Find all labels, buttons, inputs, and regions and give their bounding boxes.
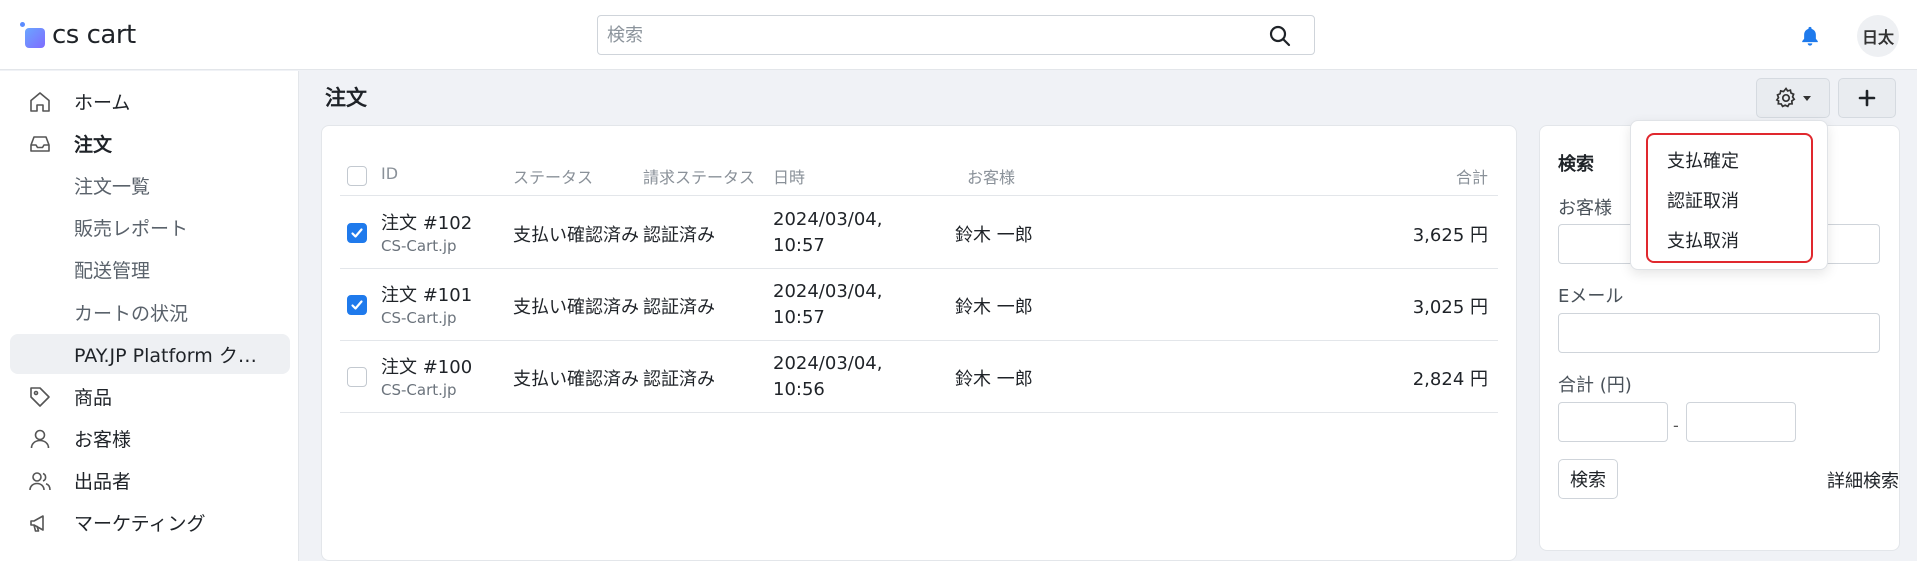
sidebar-item-label: 商品 — [74, 386, 113, 409]
check-icon — [351, 300, 363, 310]
plus-icon — [1858, 89, 1876, 107]
order-time: 10:57 — [773, 235, 825, 256]
range-separator: - — [1673, 416, 1679, 435]
email-filter-label: Eメール — [1558, 286, 1624, 307]
order-total: 2,824 円 — [1412, 369, 1488, 390]
orders-table-card: ID ステータス 請求ステータス 日時 お客様 合計 注文 #102 CS-Ca… — [321, 125, 1517, 561]
sidebar-item-payjp[interactable]: PAY.JP Platform クレ... — [10, 334, 290, 374]
global-search-input[interactable] — [598, 16, 1238, 54]
row-checkbox[interactable] — [347, 295, 367, 315]
add-order-button[interactable] — [1838, 78, 1896, 118]
sidebar-item-vendors[interactable]: 出品者 — [10, 460, 290, 500]
total-filter-label: 合計 (円) — [1558, 375, 1632, 396]
email-filter-input[interactable] — [1558, 313, 1880, 353]
caret-down-icon — [1803, 96, 1811, 101]
check-icon — [351, 228, 363, 238]
sidebar: ホーム 注文 注文一覧 販売レポート 配送管理 カートの状況 PAY.JP Pl… — [0, 71, 299, 561]
advanced-search-link[interactable]: 詳細検索 — [1827, 467, 1899, 493]
table-row[interactable]: 注文 #100 CS-Cart.jp 支払い確認済み 認証済み 2024/03/… — [340, 341, 1498, 413]
table-row[interactable]: 注文 #101 CS-Cart.jp 支払い確認済み 認証済み 2024/03/… — [340, 269, 1498, 341]
menu-item-cancel-payment[interactable]: 支払取消 — [1667, 227, 1739, 253]
sidebar-item-label: ホーム — [74, 91, 131, 114]
global-search — [597, 15, 1315, 55]
column-header-billing-status[interactable]: 請求ステータス — [643, 164, 755, 188]
column-header-customer[interactable]: お客様 — [967, 164, 1015, 188]
bell-icon[interactable] — [1799, 24, 1821, 48]
order-store: CS-Cart.jp — [381, 381, 457, 399]
sidebar-item-products[interactable]: 商品 — [10, 376, 290, 416]
order-status[interactable]: 支払い確認済み — [513, 293, 639, 319]
total-max-input[interactable] — [1686, 402, 1796, 442]
sidebar-item-label: 配送管理 — [74, 259, 151, 282]
order-total: 3,025 円 — [1412, 297, 1488, 318]
page-title: 注文 — [325, 86, 367, 110]
sidebar-item-label: マーケティング — [74, 512, 206, 535]
order-id-link[interactable]: 注文 #102 — [381, 209, 472, 235]
top-header: cs cart 日太 — [0, 0, 1917, 70]
sidebar-item-home[interactable]: ホーム — [10, 81, 290, 121]
order-store: CS-Cart.jp — [381, 309, 457, 327]
order-id-link[interactable]: 注文 #101 — [381, 281, 472, 307]
order-billing-status: 認証済み — [643, 297, 715, 318]
select-all-checkbox[interactable] — [347, 166, 367, 186]
table-row[interactable]: 注文 #102 CS-Cart.jp 支払い確認済み 認証済み 2024/03/… — [340, 197, 1498, 269]
tag-icon — [30, 387, 50, 407]
order-date: 2024/03/04, — [773, 209, 883, 230]
order-time: 10:57 — [773, 307, 825, 328]
row-checkbox[interactable] — [347, 223, 367, 243]
column-header-id[interactable]: ID — [381, 164, 398, 183]
logo-text: cs cart — [52, 20, 136, 50]
table-header: ID ステータス 請求ステータス 日時 お客様 合計 — [340, 156, 1498, 196]
customer-filter-label: お客様 — [1558, 198, 1612, 219]
order-time: 10:56 — [773, 379, 825, 400]
order-customer[interactable]: 鈴木 一郎 — [955, 365, 1033, 391]
order-customer[interactable]: 鈴木 一郎 — [955, 293, 1033, 319]
order-store: CS-Cart.jp — [381, 237, 457, 255]
order-id-link[interactable]: 注文 #100 — [381, 353, 472, 379]
gear-icon — [1775, 87, 1796, 108]
order-date: 2024/03/04, — [773, 353, 883, 374]
sidebar-item-customers[interactable]: お客様 — [10, 418, 290, 458]
order-billing-status: 認証済み — [643, 369, 715, 390]
logo-mark-icon — [20, 22, 46, 48]
order-billing-status: 認証済み — [643, 225, 715, 246]
language-switcher[interactable]: 日太 — [1857, 15, 1899, 57]
sidebar-item-label: カートの状況 — [74, 302, 189, 325]
order-customer[interactable]: 鈴木 一郎 — [955, 221, 1033, 247]
logo[interactable]: cs cart — [20, 20, 136, 50]
menu-item-cancel-authorization[interactable]: 認証取消 — [1667, 187, 1739, 213]
sidebar-item-cart-status[interactable]: カートの状況 — [10, 292, 290, 332]
sidebar-item-label: 出品者 — [74, 470, 132, 493]
search-panel-title: 検索 — [1558, 154, 1594, 175]
sidebar-item-shipping[interactable]: 配送管理 — [10, 249, 290, 289]
user-icon — [30, 429, 50, 449]
actions-menu-button[interactable] — [1756, 78, 1830, 118]
sidebar-item-label: PAY.JP Platform クレ... — [74, 344, 274, 367]
sidebar-item-marketing[interactable]: マーケティング — [10, 502, 290, 542]
sidebar-item-order-list[interactable]: 注文一覧 — [10, 165, 290, 205]
column-header-status[interactable]: ステータス — [513, 164, 593, 188]
inbox-icon — [30, 136, 50, 152]
sidebar-item-label: 注文一覧 — [74, 175, 151, 198]
actions-dropdown-menu: 支払確定 認証取消 支払取消 — [1630, 120, 1828, 270]
sidebar-item-label: 注文 — [74, 133, 113, 156]
total-min-input[interactable] — [1558, 402, 1668, 442]
home-icon — [30, 92, 50, 112]
search-icon[interactable] — [1268, 24, 1292, 48]
sidebar-item-sales-report[interactable]: 販売レポート — [10, 207, 290, 247]
order-status[interactable]: 支払い確認済み — [513, 365, 639, 391]
users-icon — [29, 472, 51, 491]
column-header-total[interactable]: 合計 — [1456, 164, 1488, 188]
order-status[interactable]: 支払い確認済み — [513, 221, 639, 247]
sidebar-item-orders[interactable]: 注文 — [10, 123, 290, 163]
menu-item-capture-payment[interactable]: 支払確定 — [1667, 147, 1739, 173]
row-checkbox[interactable] — [347, 367, 367, 387]
search-button[interactable]: 検索 — [1558, 459, 1618, 499]
megaphone-icon — [30, 515, 44, 532]
sidebar-item-label: 販売レポート — [74, 217, 189, 240]
order-date: 2024/03/04, — [773, 281, 883, 302]
order-total: 3,625 円 — [1412, 225, 1488, 246]
sidebar-item-label: お客様 — [74, 428, 132, 451]
column-header-datetime[interactable]: 日時 — [773, 164, 805, 188]
